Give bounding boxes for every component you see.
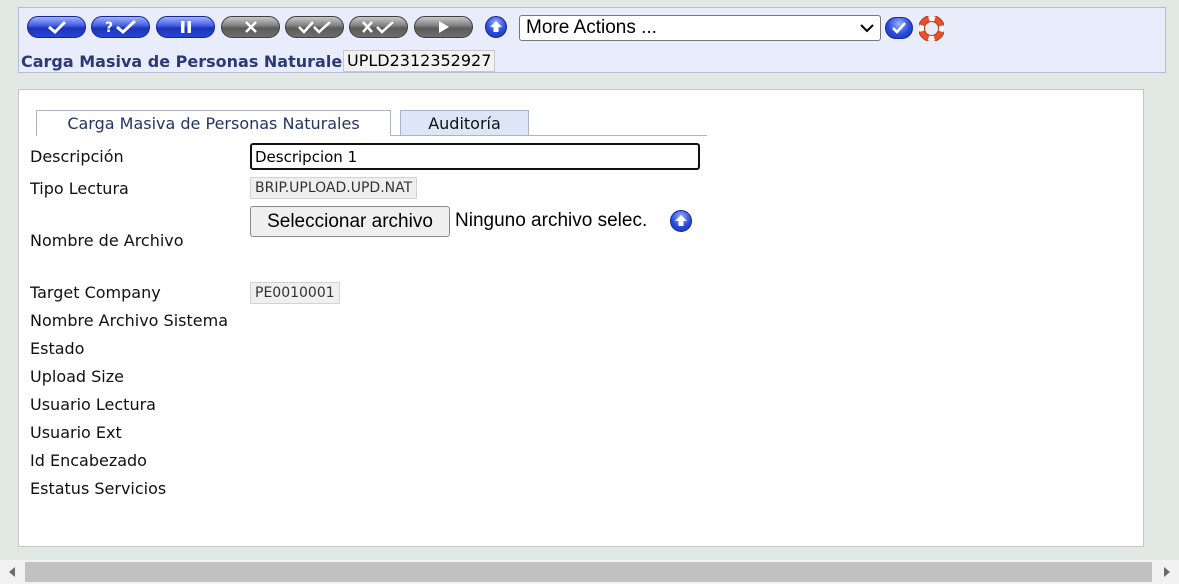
reverse-button[interactable]	[349, 16, 408, 38]
cross-check-icon	[361, 21, 394, 34]
tab-carga-masiva[interactable]: Carga Masiva de Personas Naturales	[36, 110, 391, 136]
label-upload-size: Upload Size	[30, 367, 124, 386]
go-button[interactable]	[885, 17, 913, 39]
question-check-icon: ?	[105, 19, 136, 35]
form-panel: Carga Masiva de Personas Naturales Audit…	[18, 89, 1144, 547]
upload-icon	[490, 21, 502, 32]
scroll-left-icon[interactable]	[8, 566, 16, 578]
more-actions-value: More Actions ...	[526, 17, 657, 38]
upload-file-button[interactable]	[670, 210, 692, 232]
label-descripcion: Descripción	[30, 147, 124, 166]
upload-button[interactable]	[485, 16, 507, 38]
label-tipo-lectura: Tipo Lectura	[30, 179, 129, 198]
hold-button[interactable]	[156, 16, 215, 38]
label-id-encabezado: Id Encabezado	[30, 451, 147, 470]
authorise-button[interactable]	[285, 16, 344, 38]
label-estatus-servicios: Estatus Servicios	[30, 479, 167, 498]
checkmark-icon	[47, 20, 66, 34]
help-button[interactable]	[919, 16, 944, 41]
validate-button[interactable]: ?	[91, 16, 150, 38]
toolbar-panel: ? More Actions ... Carga Masiva de Perso…	[18, 7, 1166, 73]
select-file-button[interactable]: Seleccionar archivo	[250, 206, 450, 237]
label-usuario-ext: Usuario Ext	[30, 423, 122, 442]
tipo-lectura-value: BRIP.UPLOAD.UPD.NAT	[250, 177, 418, 199]
record-id: UPLD2312352927	[343, 50, 496, 72]
target-company-value: PE0010001	[250, 282, 340, 304]
more-actions-select[interactable]: More Actions ...	[519, 15, 881, 41]
tab-divider	[391, 135, 707, 136]
go-check-icon	[892, 22, 906, 34]
scrollbar-thumb[interactable]	[25, 562, 1152, 582]
chevron-down-icon	[860, 24, 874, 33]
help-lifebuoy-icon	[919, 16, 944, 41]
file-status: Ninguno archivo selec.	[455, 210, 648, 231]
tab-auditoria[interactable]: Auditoría	[400, 110, 529, 136]
page-title: Carga Masiva de Personas Naturales	[21, 52, 352, 71]
commit-button[interactable]	[27, 16, 86, 38]
label-target-company: Target Company	[30, 283, 161, 302]
descripcion-input[interactable]	[250, 143, 700, 170]
delete-button[interactable]	[221, 16, 280, 38]
label-estado: Estado	[30, 339, 85, 358]
label-nombre-archivo-sistema: Nombre Archivo Sistema	[30, 311, 228, 330]
svg-text:?: ?	[105, 20, 113, 35]
horizontal-scrollbar[interactable]	[0, 560, 1179, 584]
play-icon	[438, 21, 449, 33]
next-button[interactable]	[414, 16, 473, 38]
double-check-icon	[297, 21, 331, 34]
scroll-right-icon[interactable]	[1163, 566, 1171, 578]
label-usuario-lectura: Usuario Lectura	[30, 395, 156, 414]
pause-icon	[180, 21, 191, 33]
label-nombre-archivo: Nombre de Archivo	[30, 231, 184, 250]
close-icon	[244, 21, 257, 33]
upload-icon	[675, 215, 687, 226]
